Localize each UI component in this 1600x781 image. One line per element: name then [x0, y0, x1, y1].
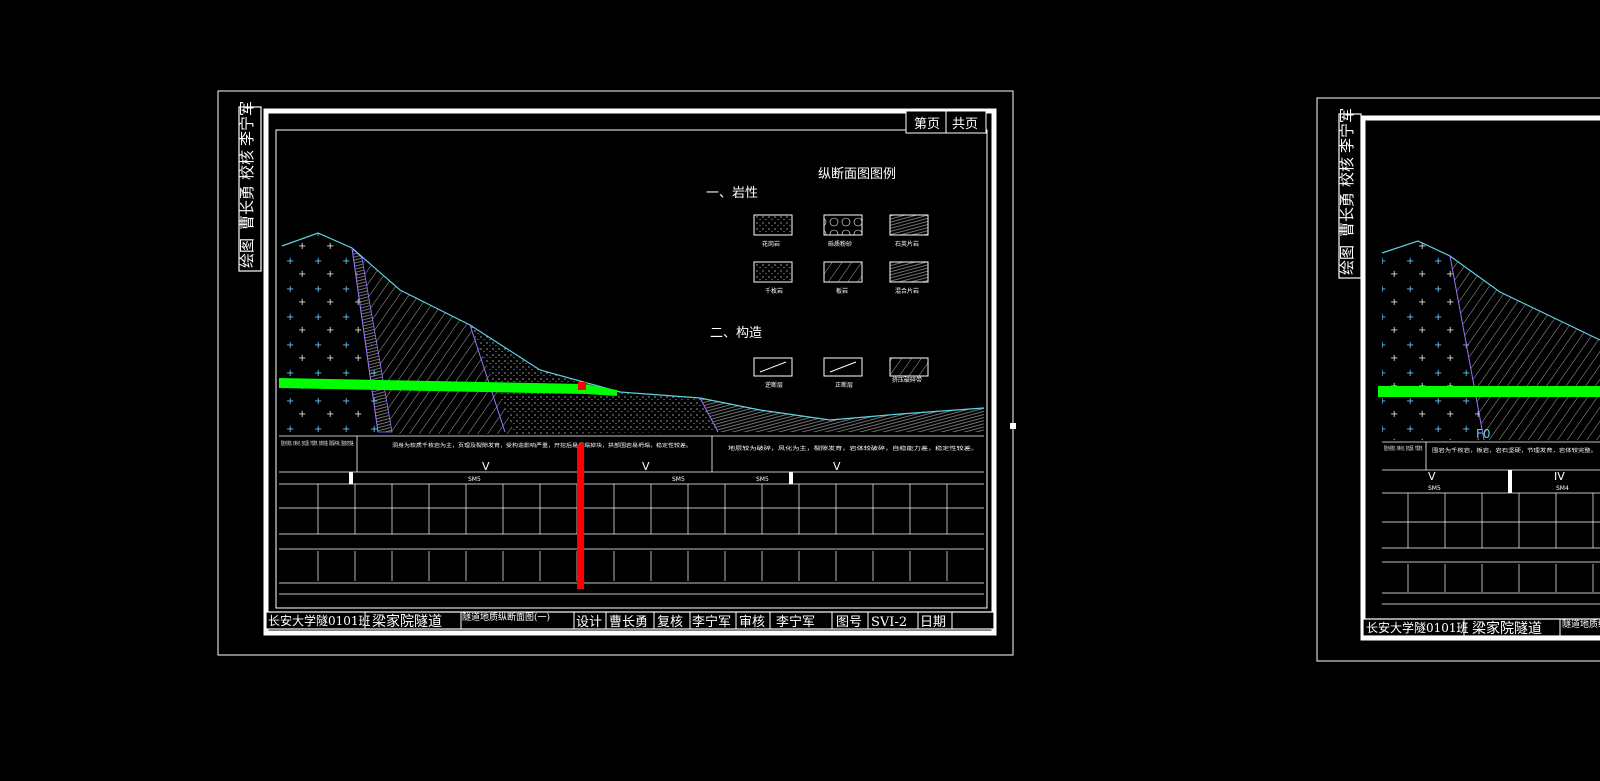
legend-label-fracture-zone: 挤压破碎带: [892, 376, 922, 384]
legend-swatch-phyllite: [753, 261, 793, 283]
sheet2-tb-school: 长安大学隧0101班: [1366, 620, 1469, 635]
page-label: 第页: [914, 117, 940, 132]
sheet2-stamp-3: 李宁军: [1338, 108, 1356, 153]
sheet2-stamp-0: 绘图: [1338, 245, 1356, 275]
table-ticks: [317, 484, 948, 581]
sheet2-description-1: 围岩为花岗岩，石英片岩，岩石坚硬，节理发育。: [1384, 445, 1424, 452]
legend-swatch-mixed: [889, 261, 929, 283]
sheet2-fault-label: F0: [1476, 427, 1491, 441]
title-block: 长安大学隧0101班 梁家院隧道 隧道地质纵断面图(一) 设计 曹长勇 复核 李…: [265, 611, 995, 630]
tb-auditor: 李宁军: [776, 614, 815, 630]
data-table: [279, 435, 984, 595]
legend-swatch-slate: [823, 261, 863, 283]
segment-2: SM5: [672, 476, 685, 483]
legend-swatch-gravel: [823, 214, 863, 236]
legend-swatch-schist: [889, 214, 929, 236]
tb-designer: 曹长勇: [609, 615, 648, 630]
legend-title: 纵断面图图例: [818, 167, 896, 182]
sheet2-tb-drawing: 隧道地质纵: [1562, 618, 1600, 630]
sheet2-description-2: 围岩为千枚岩，板岩，岩石坚硬，节理发育，岩体较完整。: [1432, 447, 1597, 454]
tb-date-label: 日期: [920, 615, 946, 630]
segment-3: SM5: [756, 476, 769, 483]
stamp-check-label: 校核: [238, 150, 256, 180]
legend-label-schist: 石英片岩: [895, 240, 919, 248]
total-label: 共页: [952, 117, 978, 132]
drawing-sheet-2: 绘图 曹长勇 校核 李宁军 F0 围岩为花岗岩，石英片岩，岩石坚硬，节理发育。 …: [1316, 97, 1600, 662]
sheet2-stamp-1: 曹长勇: [1338, 192, 1356, 237]
legend-label-mixed: 混合片岩: [895, 287, 919, 295]
legend-swatch-granite: [753, 214, 793, 236]
tunnel-end-marker: [578, 382, 586, 390]
stamp-drawn-label: 绘图: [238, 238, 256, 268]
legend-label-gravel: 砾质粉砂: [828, 240, 852, 248]
tb-reviewer: 李宁军: [692, 614, 731, 630]
slate-zone: [700, 398, 984, 432]
sheet2-segment-1: SM5: [1428, 485, 1441, 492]
station-marker-small: [349, 472, 353, 484]
sheet2-grade-2: IV: [1554, 470, 1565, 483]
stamp-drawn-name: 曹长勇: [238, 185, 256, 230]
legend-label-reverse-fault: 逆断层: [765, 381, 783, 389]
sheet2-grade-1: V: [1428, 470, 1436, 483]
selection-grip[interactable]: [1010, 423, 1016, 429]
sheet2-table-ticks: [1407, 493, 1594, 592]
description-1: 围岩为花岗岩，石英片岩，岩石坚硬，节理发育，岩体较完整，局部呈碎块状，围岩稳定性…: [281, 440, 355, 447]
tb-drawing: 隧道地质纵断面图(一): [462, 611, 550, 623]
legend-label-normal-fault: 正断层: [835, 381, 853, 389]
sheet2-tb-project: 梁家院隧道: [1472, 620, 1542, 637]
tb-audit-label: 审核: [739, 615, 765, 630]
legend-swatch-fracture-zone: [889, 357, 929, 377]
legend-label-phyllite: 千枚岩: [765, 287, 783, 295]
geological-section: [279, 232, 985, 434]
tb-school: 长安大学隧0101班: [268, 613, 371, 628]
tb-project: 梁家院隧道: [372, 613, 442, 630]
tb-design-label: 设计: [576, 615, 602, 630]
tb-figno-label: 图号: [836, 615, 862, 630]
grade-1: V: [482, 460, 490, 473]
legend-label-slate: 板岩: [836, 287, 848, 295]
sheet2-stamp-2: 校核: [1338, 157, 1356, 187]
description-2: 洞身为软质千枚岩为主，页理及裂隙发育，受构造影响严重，开挖后易坍塌掉块，拱部围岩…: [392, 442, 692, 449]
stamp-check-name: 李宁军: [238, 101, 256, 146]
station-marker: [577, 444, 584, 589]
station-marker-right: [789, 472, 793, 484]
legend-section-rock: 一、岩性: [706, 186, 758, 201]
sheet2-tunnel-axis: [1378, 386, 1600, 397]
grade-3: V: [833, 460, 841, 473]
legend-section-structure: 二、构造: [710, 326, 762, 341]
segment-1: SM5: [468, 476, 481, 483]
sheet2-segment-2: SM4: [1556, 485, 1569, 492]
legend: 纵断面图图例 一、岩性 花岗岩 砾质粉砂 石英片岩 千枚岩 板岩 混合片岩 二、…: [706, 167, 929, 389]
description-3: 地层较为破碎，风化为主，裂隙发育，岩体较破碎，自稳能力差，稳定性较差。: [728, 445, 978, 452]
legend-label-granite: 花岗岩: [762, 240, 780, 248]
tb-figno: SVI-2: [871, 615, 907, 630]
grade-2: V: [642, 460, 650, 473]
tb-review-label: 复核: [657, 615, 683, 630]
drawing-sheet-1: + + 绘图 曹长勇 校核 李宁军 第页 共页: [217, 90, 1600, 662]
